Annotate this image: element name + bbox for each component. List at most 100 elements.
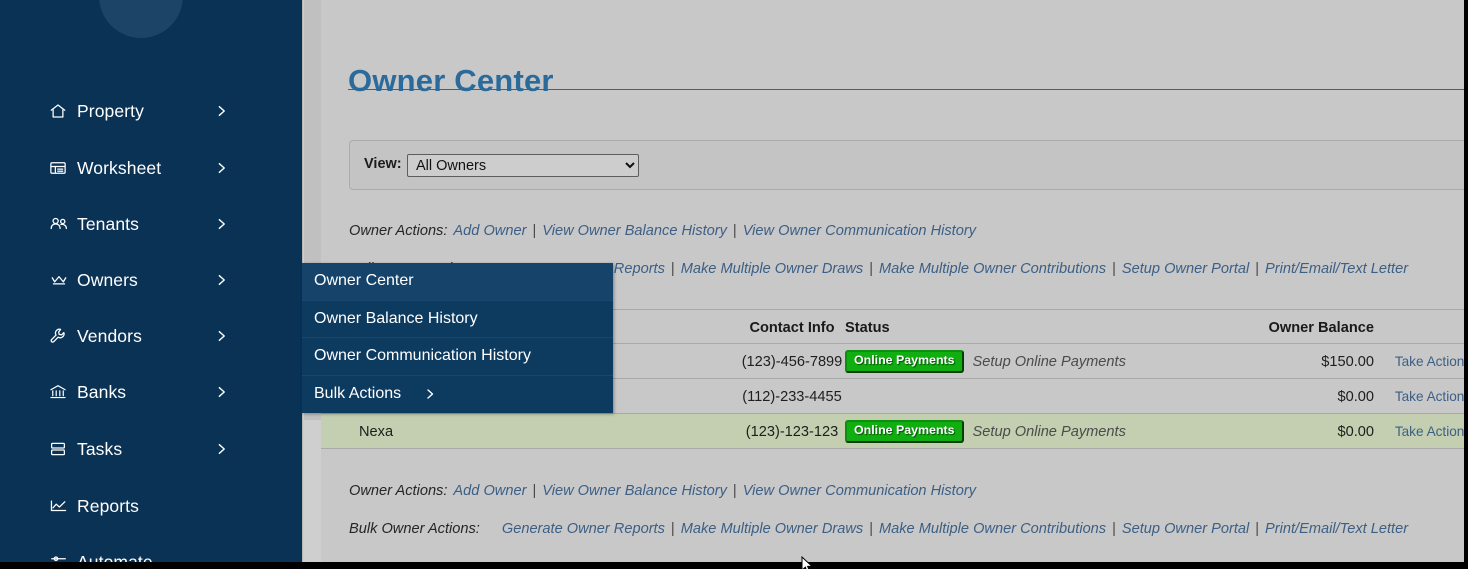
home-icon <box>49 102 77 120</box>
link-view-owner-communication-history[interactable]: View Owner Communication History <box>743 223 976 239</box>
link-view-owner-communication-history[interactable]: View Owner Communication History <box>743 483 976 499</box>
crown-icon <box>49 271 77 289</box>
link-print-email-text-letter[interactable]: Print/Email/Text Letter <box>1265 521 1408 537</box>
separator: | <box>732 483 737 499</box>
window-bottom-edge <box>0 562 1468 569</box>
chevron-right-icon <box>424 386 436 402</box>
submenu-item-label: Bulk Actions <box>314 385 402 403</box>
link-add-owner[interactable]: Add Owner <box>453 483 526 499</box>
take-actions-link[interactable]: Take Actions <box>1395 354 1468 369</box>
link-setup-owner-portal[interactable]: Setup Owner Portal <box>1122 261 1249 277</box>
logo-circle <box>99 0 183 38</box>
stacked-box-icon <box>49 440 77 458</box>
separator: | <box>1255 261 1260 277</box>
chevron-right-icon <box>215 271 228 289</box>
separator: | <box>869 261 873 277</box>
link-generate-owner-reports[interactable]: Generate Owner Reports <box>502 521 665 537</box>
title-divider <box>348 89 1468 90</box>
link-make-multiple-owner-contributions[interactable]: Make Multiple Owner Contributions <box>879 521 1106 537</box>
cell-owner-name: Nexa <box>359 423 394 440</box>
table-icon <box>49 159 77 177</box>
take-actions-link[interactable]: Take Actions <box>1395 389 1468 404</box>
sidebar-item-label: Banks <box>77 381 127 402</box>
chevron-right-icon <box>215 159 228 177</box>
window-right-edge <box>1464 0 1468 562</box>
sidebar-item-owners[interactable]: Owners <box>0 261 302 299</box>
link-make-multiple-owner-contributions[interactable]: Make Multiple Owner Contributions <box>879 261 1106 277</box>
link-setup-owner-portal[interactable]: Setup Owner Portal <box>1122 521 1249 537</box>
chevron-right-icon <box>215 215 228 233</box>
take-actions-link[interactable]: Take Actions <box>1395 424 1468 439</box>
sidebar-item-label: Worksheet <box>77 157 162 178</box>
link-make-multiple-owner-draws[interactable]: Make Multiple Owner Draws <box>681 521 863 537</box>
submenu-item-bulk-actions[interactable]: Bulk Actions <box>302 376 613 414</box>
chevron-right-icon <box>215 440 228 458</box>
bulk-owner-actions-label: Bulk Owner Actions: <box>349 521 480 537</box>
sidebar-item-label: Tasks <box>77 438 123 459</box>
sidebar-item-worksheet[interactable]: Worksheet <box>0 149 302 187</box>
column-header-status: Status <box>845 319 890 336</box>
separator: | <box>1255 521 1260 537</box>
sidebar-item-label: Property <box>77 100 144 121</box>
link-view-owner-balance-history[interactable]: View Owner Balance History <box>542 483 727 499</box>
view-select[interactable]: All Owners <box>407 154 639 177</box>
link-make-multiple-owner-draws[interactable]: Make Multiple Owner Draws <box>681 261 863 277</box>
separator: | <box>532 223 537 239</box>
cell-owner-balance: $0.00 <box>1337 423 1374 440</box>
online-payments-badge[interactable]: Online Payments <box>845 350 964 373</box>
column-header-actions <box>1383 310 1468 345</box>
submenu-item-owner-center[interactable]: Owner Center <box>302 263 613 301</box>
people-icon <box>49 215 77 233</box>
chevron-right-icon <box>215 383 228 401</box>
main-sidebar: Property Worksheet Tenants Owners Vendor… <box>0 0 302 569</box>
link-view-owner-balance-history[interactable]: View Owner Balance History <box>542 223 727 239</box>
sidebar-item-tasks[interactable]: Tasks <box>0 430 302 468</box>
sidebar-item-reports[interactable]: Reports <box>0 487 302 525</box>
setup-online-payments-text: Setup Online Payments <box>972 353 1126 370</box>
cell-take-actions: Take Actions <box>1383 414 1468 449</box>
owner-actions-label: Owner Actions: <box>349 483 448 499</box>
cell-take-actions: Take Actions <box>1383 344 1468 379</box>
online-payments-badge[interactable]: Online Payments <box>845 420 964 443</box>
sidebar-item-tenants[interactable]: Tenants <box>0 205 302 243</box>
sidebar-item-label: Tenants <box>77 213 139 234</box>
view-filter-bar: View: All Owners <box>349 140 1468 190</box>
sidebar-item-property[interactable]: Property <box>0 92 302 130</box>
separator: | <box>670 261 675 277</box>
sidebar-item-vendors[interactable]: Vendors <box>0 317 302 355</box>
line-chart-icon <box>49 497 77 515</box>
submenu-item-label: Owner Balance History <box>314 309 478 327</box>
submenu-item-label: Owner Communication History <box>314 347 531 365</box>
setup-online-payments-text: Setup Online Payments <box>972 423 1126 440</box>
owner-actions-row-bottom: Owner Actions: Add Owner | View Owner Balan… <box>349 483 976 499</box>
link-add-owner[interactable]: Add Owner <box>453 223 526 239</box>
separator: | <box>732 223 737 239</box>
submenu-item-owner-balance-history[interactable]: Owner Balance History <box>302 301 613 338</box>
chevron-right-icon <box>215 102 228 120</box>
wrench-icon <box>49 327 77 345</box>
chevron-right-icon <box>215 327 228 345</box>
submenu-item-label: Owner Center <box>314 272 414 290</box>
sidebar-item-banks[interactable]: Banks <box>0 373 302 411</box>
separator: | <box>869 521 873 537</box>
cell-status: Online Payments Setup Online Payments <box>845 344 1265 379</box>
sidebar-item-label: Vendors <box>77 325 142 346</box>
bulk-owner-actions-row-bottom: Bulk Owner Actions: Generate Owner Report… <box>349 521 1408 537</box>
table-row[interactable]: Nexa (123)-123-123 Online Payments Setup… <box>321 414 1468 449</box>
column-header-owner-balance: Owner Balance <box>1268 319 1374 336</box>
owners-submenu-flyout: Owner Center Owner Balance History Owner… <box>302 263 613 413</box>
owner-actions-label: Owner Actions: <box>349 223 448 239</box>
separator: | <box>670 521 675 537</box>
link-print-email-text-letter[interactable]: Print/Email/Text Letter <box>1265 261 1408 277</box>
cell-status <box>845 379 1265 414</box>
owner-actions-row-top: Owner Actions: Add Owner | View Owner Balan… <box>349 223 976 239</box>
page-title: Owner Center <box>348 62 554 98</box>
bank-icon <box>49 383 77 401</box>
separator: | <box>1112 521 1116 537</box>
submenu-item-owner-communication-history[interactable]: Owner Communication History <box>302 338 613 376</box>
cell-status: Online Payments Setup Online Payments <box>845 414 1265 449</box>
separator: | <box>1112 261 1116 277</box>
cell-take-actions: Take Actions <box>1383 379 1468 414</box>
view-label: View: <box>364 156 402 172</box>
separator: | <box>532 483 537 499</box>
